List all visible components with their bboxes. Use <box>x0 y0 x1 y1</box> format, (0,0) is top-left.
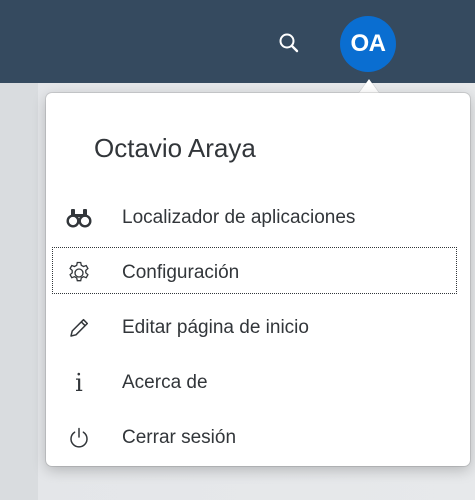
power-icon <box>66 425 92 451</box>
menu-item-edit-home-page[interactable]: Editar página de inicio <box>46 300 470 355</box>
menu-item-label: Acerca de <box>122 371 208 393</box>
menu-item-label: Editar página de inicio <box>122 316 309 338</box>
menu-item-app-finder[interactable]: Localizador de aplicaciones <box>46 190 470 245</box>
pencil-icon <box>66 315 92 341</box>
page-side-strip <box>0 83 38 500</box>
menu-item-sign-out[interactable]: Cerrar sesión <box>46 410 470 465</box>
menu-item-label: Cerrar sesión <box>122 426 237 448</box>
avatar[interactable]: OA <box>340 16 396 72</box>
avatar-initials: OA <box>350 30 387 57</box>
user-menu-list: Localizador de aplicaciones Configuració… <box>46 190 470 465</box>
binoculars-icon <box>66 205 92 231</box>
info-icon: i <box>75 368 83 397</box>
shell-bar: OA <box>0 0 475 83</box>
popover-arrow <box>359 79 379 93</box>
menu-item-settings[interactable]: Configuración <box>46 245 470 300</box>
menu-item-label: Configuración <box>122 261 240 283</box>
menu-item-label: Localizador de aplicaciones <box>122 206 356 228</box>
user-menu-popover: Octavio Araya Localizador de aplicacione… <box>46 93 470 466</box>
user-name: Octavio Araya <box>94 133 256 163</box>
search-icon <box>279 33 299 53</box>
search-button[interactable] <box>276 30 302 56</box>
menu-item-about[interactable]: i Acerca de <box>46 355 470 410</box>
gear-icon <box>66 260 92 286</box>
